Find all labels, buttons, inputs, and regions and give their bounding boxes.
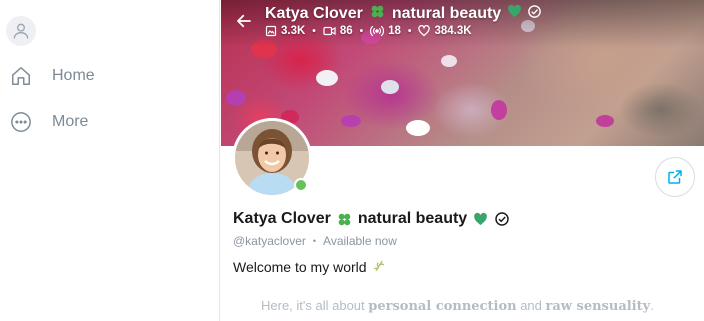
photo-icon (265, 25, 277, 37)
profile-name-row: Katya Clover natural beauty (233, 210, 510, 228)
cover-title: Katya Clover natural beauty (265, 4, 542, 24)
nav-home-label: Home (52, 67, 95, 84)
back-button[interactable] (233, 10, 255, 32)
cover-title-tag: natural beauty (391, 5, 502, 22)
verified-icon (527, 4, 542, 24)
user-avatar[interactable] (6, 16, 36, 46)
stat-photos: 3.3K (265, 25, 305, 37)
share-button[interactable] (655, 157, 695, 197)
profile-main: Katya Clover natural beauty 3.3K • 86 • … (221, 0, 704, 321)
heart-icon (418, 25, 431, 37)
cover-stats: 3.3K • 86 • 18 • 384.3K (265, 25, 472, 37)
welcome-text: Welcome to my world (233, 259, 386, 275)
user-icon (13, 23, 29, 39)
nav-home[interactable]: Home (9, 64, 95, 88)
verified-icon (494, 211, 510, 227)
stat-videos: 86 (323, 25, 353, 37)
green-heart-icon (473, 212, 488, 227)
arrow-left-icon (237, 14, 251, 28)
online-status-indicator (294, 178, 308, 192)
cover-title-name: Katya Clover (265, 5, 363, 22)
more-circle-icon (9, 110, 33, 134)
stat-likes: 384.3K (418, 25, 472, 37)
profile-handle[interactable]: @katyaclover (233, 234, 306, 248)
sprout-icon (373, 259, 386, 275)
profile-bio: Here, it's all about personal connection… (261, 298, 654, 314)
broadcast-icon (370, 25, 385, 37)
home-icon (9, 64, 33, 88)
green-heart-icon (507, 4, 522, 24)
clover-icon (337, 212, 352, 227)
video-icon (323, 26, 336, 36)
nav-more-label: More (52, 113, 89, 130)
profile-handle-row: @katyaclover • Available now (233, 234, 397, 248)
availability-status: Available now (323, 234, 397, 248)
profile-tag: natural beauty (357, 210, 468, 227)
profile-name: Katya Clover (233, 210, 331, 227)
sidebar: Home More (0, 0, 220, 321)
stat-streams: 18 (370, 25, 401, 37)
share-icon (668, 170, 682, 184)
clover-icon (370, 4, 385, 24)
nav-more[interactable]: More (9, 110, 88, 134)
